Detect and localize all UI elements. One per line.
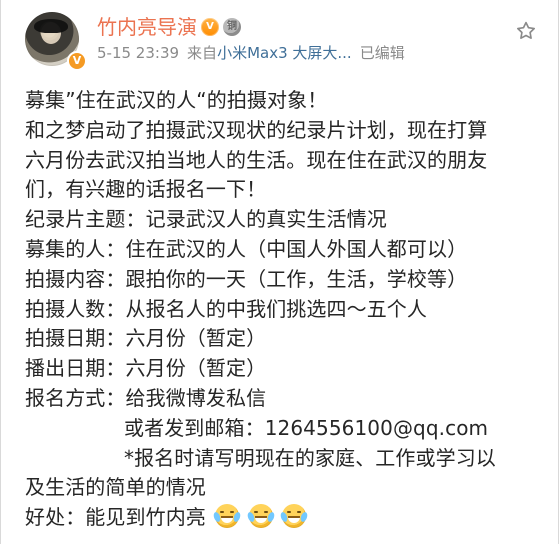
post-timestamp[interactable]: 5-15 23:39 [97,43,179,63]
post-line: 拍摄内容：跟拍你的一天（工作，生活，学校等） [25,266,468,291]
laughing-tears-icon [246,504,276,529]
source-group: 来自小米Max3 大屏大... [187,43,352,63]
vip-badge-icon: V [201,18,219,36]
post-line: 播出日期：六月份（暂定） [25,356,267,381]
edited-label: 已编辑 [359,44,405,62]
post-line: *报名时请写明现在的家庭、工作或学习以 [124,445,496,470]
post-line: 好处：能见到竹内亮 [25,505,206,530]
post-line: 拍摄人数：从报名人的中我们挑选四～五个人 [25,296,427,321]
post-line: 及生活的简单的情况 [25,475,206,500]
post-line: 们，有兴趣的话报名一下！ [25,177,267,202]
medal-badge-icon: 铜 [223,18,241,36]
laughing-tears-icon [279,504,309,529]
source-link[interactable]: 小米Max3 大屏大... [217,44,352,62]
post-line: 和之梦启动了拍摄武汉现状的纪录片计划，现在打算 [25,117,488,142]
post-line: 募集”住在武汉的人“的拍摄对象！ [25,88,328,112]
star-icon[interactable] [515,20,537,42]
laughing-tears-icon [212,504,242,529]
post-content: 募集”住在武汉的人“的拍摄对象！ 和之梦启动了拍摄武汉现状的纪录片计划，现在打算… [25,86,535,533]
post-line: 或者发到邮箱：1264556100@qq.com [124,415,489,440]
source-prefix: 来自 [187,44,218,62]
post-meta: 5-15 23:39 来自小米Max3 大屏大... 已编辑 [97,43,405,63]
username[interactable]: 竹内亮导演 [97,15,197,39]
post-line: 拍摄日期：六月份（暂定） [25,326,267,351]
post-line: 六月份去武汉拍当地人的生活。现在住在武汉的朋友 [25,147,488,172]
post-line: 募集的人：住在武汉的人（中国人外国人都可以） [25,236,468,261]
post-header: V 竹内亮导演 V 铜 5-15 23:39 来自小米Max3 大屏大... 已… [15,12,545,74]
name-row: 竹内亮导演 V 铜 [97,14,241,40]
weibo-post-card: V 竹内亮导演 V 铜 5-15 23:39 来自小米Max3 大屏大... 已… [0,0,559,544]
post-last-line: 好处：能见到竹内亮 [25,503,535,533]
post-line: 报名方式：给我微博发私信 [25,385,267,410]
post-line: 纪录片主题：记录武汉人的真实生活情况 [25,207,387,232]
verified-badge-icon: V [67,51,87,71]
